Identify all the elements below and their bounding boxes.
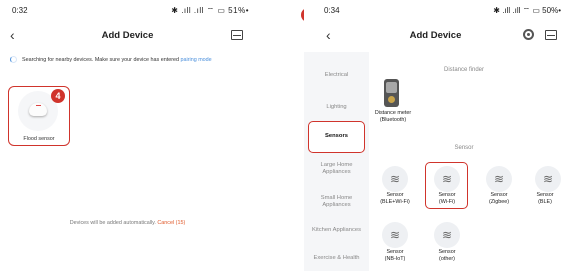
sensor-name: Sensor <box>386 192 404 198</box>
sensor-icon[interactable]: ≋ <box>434 166 460 192</box>
sensor-name: Sensor <box>438 249 456 255</box>
flood-sensor-icon <box>29 103 47 116</box>
sensor-label: Sensor (other) <box>422 249 472 263</box>
sensor-label: Sensor (Wi-Fi) <box>422 192 472 206</box>
sensor-sub: (BLE+Wi-Fi) <box>380 199 410 206</box>
sensor-icon[interactable]: ≋ <box>486 166 512 192</box>
section-distance-finder: Distance finder <box>443 67 485 73</box>
status-icons: ✱ .ıll .ıll ⌔ ▭ 50%• <box>493 6 561 15</box>
distance-meter-sub: (Bluetooth) <box>379 117 407 124</box>
distance-meter-label: Distance meter (Bluetooth) <box>370 110 416 124</box>
footer-status: Devices will be added automatically. Can… <box>0 220 255 226</box>
category-exercise-health[interactable]: Exercise & Health <box>312 255 361 262</box>
cancel-link[interactable]: Cancel (15) <box>157 220 185 226</box>
footer-text: Devices will be added automatically. <box>69 220 158 226</box>
sensor-label: Sensor (BLE+Wi-Fi) <box>370 192 420 206</box>
category-sidebar: Electrical Lighting Sensors Large Home A… <box>304 52 369 271</box>
spinner-icon <box>10 56 17 63</box>
search-status: Searching for nearby devices. Make sure … <box>10 56 250 63</box>
sensor-sub: (Zigbee) <box>488 199 510 206</box>
sensor-label: Sensor (Zigbee) <box>474 192 524 206</box>
step-badge: 4 <box>51 89 65 103</box>
target-icon[interactable] <box>523 29 534 40</box>
scan-icon[interactable] <box>545 30 557 40</box>
sensor-name: Sensor <box>386 249 404 255</box>
sensor-name: Sensor <box>490 192 508 198</box>
sensor-sub: (NB-IoT) <box>384 256 406 263</box>
distance-meter-name: Distance meter <box>374 110 412 116</box>
distance-meter-icon[interactable] <box>384 79 399 107</box>
sensor-label: Sensor (NB-IoT) <box>370 249 420 263</box>
status-icons: ✱ .ıll .ıll ⌔ ▭ 51%• <box>171 6 249 15</box>
sensor-name: Sensor <box>536 192 554 198</box>
section-sensor: Sensor <box>454 145 474 151</box>
sensor-sub: (BLE) <box>538 199 552 206</box>
search-text: Searching for nearby devices. Make sure … <box>22 56 181 63</box>
left-screen: 0:32 ✱ .ıll .ıll ⌔ ▭ 51%• ‹ Add Device S… <box>0 0 255 271</box>
category-lighting[interactable]: Lighting <box>304 104 369 111</box>
sensor-name: Sensor <box>438 192 456 198</box>
status-time: 0:32 <box>12 6 28 15</box>
right-screen: 0:34 ✱ .ıll .ıll ⌔ ▭ 50%• ‹ Add Device E… <box>304 0 567 271</box>
found-device-label: Flood sensor <box>23 136 55 142</box>
sensor-icon[interactable]: ≋ <box>535 166 561 192</box>
status-time: 0:34 <box>324 6 340 15</box>
sensor-icon[interactable]: ≋ <box>382 166 408 192</box>
category-small-home-appliances[interactable]: Small Home Appliances <box>310 195 363 209</box>
sensor-icon[interactable]: ≋ <box>382 222 408 248</box>
scan-icon[interactable] <box>231 30 243 40</box>
sensor-icon[interactable]: ≋ <box>434 222 460 248</box>
sensor-sub: (other) <box>439 256 455 263</box>
sensor-sub: (Wi-Fi) <box>438 199 456 206</box>
category-large-home-appliances[interactable]: Large Home Appliances <box>310 162 363 176</box>
category-electrical[interactable]: Electrical <box>304 72 369 79</box>
page-title: Add Device <box>101 30 154 41</box>
category-kitchen-appliances[interactable]: Kitchen Appliances <box>312 227 361 234</box>
sensor-label: Sensor (BLE) <box>523 192 567 206</box>
category-sensors[interactable]: Sensors <box>308 121 365 153</box>
pairing-mode-link[interactable]: pairing mode <box>181 57 212 63</box>
